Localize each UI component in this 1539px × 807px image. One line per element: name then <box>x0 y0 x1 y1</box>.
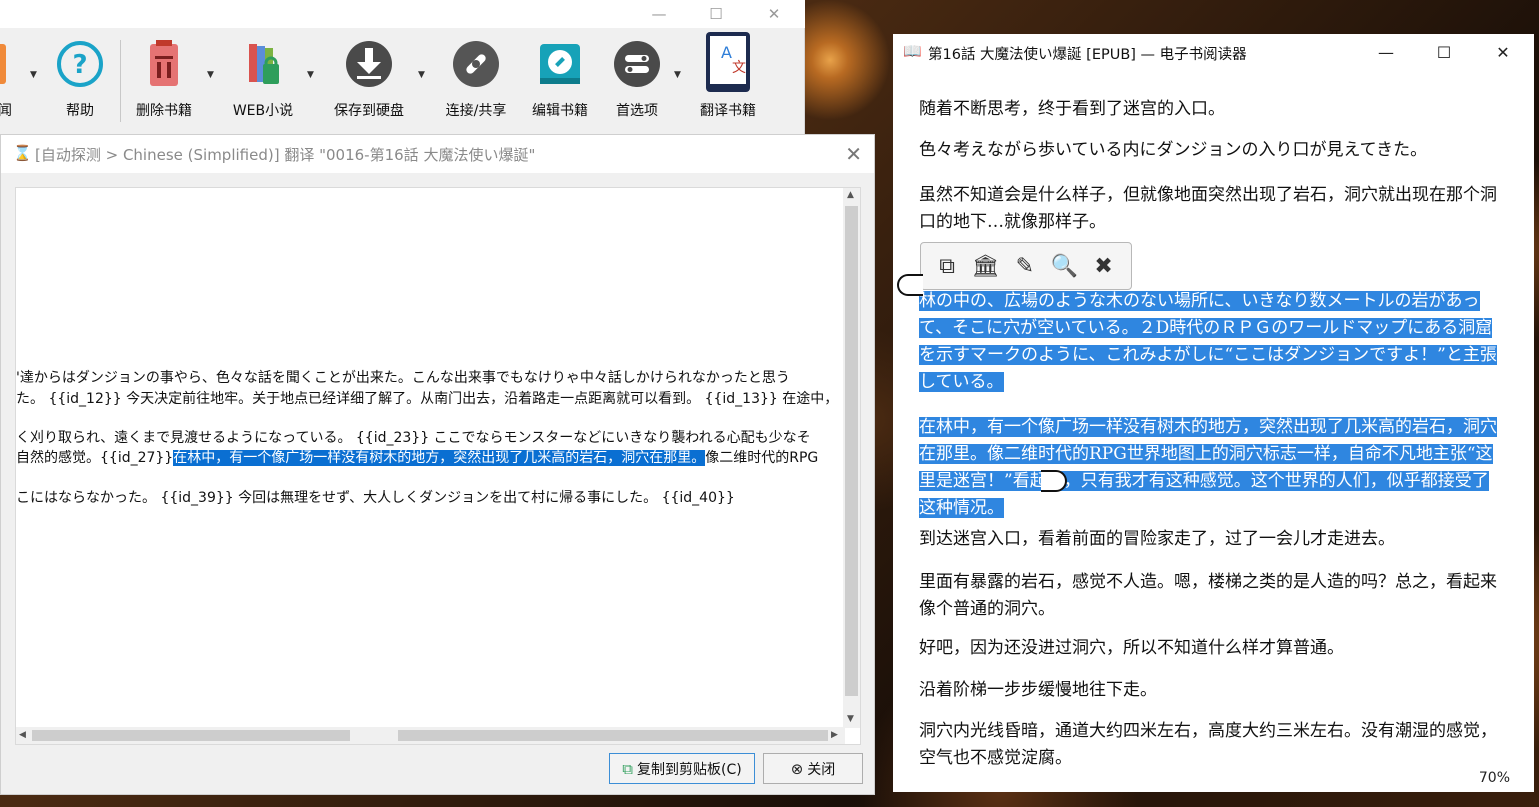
highlighted-paragraph: 在林中，有一个像广场一样没有树木的地方，突然出现了几米高的岩石，洞穴在那里。像二… <box>919 414 1503 522</box>
clipboard-icon: ⧉ <box>622 759 633 778</box>
translate-dialog: ⌛ [自动探测 > Chinese (Simplified)] 翻译 "0016… <box>0 134 875 795</box>
dialog-close-icon[interactable]: ✕ <box>845 142 862 166</box>
toolbar-connect-share[interactable]: 连接/共享 <box>438 28 514 134</box>
close-button[interactable]: ⊗ 关闭 <box>763 753 863 784</box>
text-segment: 像二维时代的RPG <box>705 450 819 466</box>
close-circle-icon: ⊗ <box>790 759 804 778</box>
lookup-icon[interactable]: 🏛 <box>971 254 999 279</box>
dialog-titlebar: ⌛ [自动探测 > Chinese (Simplified)] 翻译 "0016… <box>1 135 874 173</box>
selection-start-handle[interactable] <box>897 274 923 296</box>
toolbar-web-novel[interactable]: WEB小说 <box>226 28 300 134</box>
toolbar-translate-book[interactable]: A文 翻译书籍 <box>694 28 762 134</box>
viewer-titlebar: 📖 第16話 大魔法使い爆誕 [EPUB] — 电子书阅读器 — ☐ ✕ <box>893 34 1534 70</box>
toolbar-preferences-label: 首选项 <box>616 103 658 119</box>
highlight-icon[interactable]: ✎ <box>1016 254 1034 279</box>
news-icon <box>0 38 22 90</box>
news-dropdown-icon[interactable]: ▼ <box>30 70 42 80</box>
book-paragraph: 随着不断思考，终于看到了迷宫的入口。 <box>919 99 1225 119</box>
toolbar-edit-book[interactable]: 编辑书籍 <box>524 28 596 134</box>
selection-popup: ⧉ 🏛 ✎ 🔍 ✖ <box>920 242 1132 290</box>
ebook-viewer-window: 📖 第16話 大魔法使い爆誕 [EPUB] — 电子书阅读器 — ☐ ✕ 随着不… <box>893 34 1534 792</box>
viewer-maximize-button[interactable]: ☐ <box>1415 38 1473 66</box>
preferences-icon <box>611 38 663 90</box>
viewer-close-button[interactable]: ✕ <box>1474 38 1532 66</box>
text-line: '達からはダンジョンの事やら、色々な話を聞くことが出来た。こんな出来事でもなけり… <box>16 370 790 386</box>
preferences-dropdown-icon[interactable]: ▼ <box>674 70 686 80</box>
search-icon[interactable]: 🔍 <box>1051 254 1078 279</box>
highlighted-paragraph: 林の中の、広場のような木のない場所に、いきなり数メートルの岩があって、そこに穴が… <box>919 288 1503 396</box>
connect-share-icon <box>450 38 502 90</box>
copy-button-label: 复制到剪贴板(C) <box>637 761 742 778</box>
toolbar-preferences[interactable]: 首选项 <box>604 28 670 134</box>
scroll-right-icon[interactable]: ▶ <box>831 730 838 740</box>
selected-text: 林の中の、広場のような木のない場所に、いきなり数メートルの岩があって、そこに穴が… <box>919 291 1497 392</box>
close-button-label: 关闭 <box>807 761 836 778</box>
close-icon[interactable]: ✖ <box>1094 254 1112 279</box>
toolbar-delete-label: 删除书籍 <box>136 103 192 119</box>
translate-book-icon: A文 <box>702 32 754 92</box>
horizontal-scroll-track <box>398 730 828 741</box>
toolbar-web-novel-label: WEB小说 <box>232 103 294 119</box>
text-line: く刈り取られ、遠くまで見渡せるようになっている。 {{id_23}} ここでなら… <box>16 430 811 446</box>
book-paragraph: 沿着阶梯一步步缓慢地往下走。 <box>919 680 1157 700</box>
book-paragraph: 里面有暴露的岩石，感觉不人造。嗯，楼梯之类的是人造的吗？总之，看起来像个普通的洞… <box>919 572 1497 619</box>
toolbar: 新闻 ▼ ? 帮助 删除书籍 ▼ WEB小说 ▼ <box>0 28 805 134</box>
web-novel-icon <box>237 38 289 90</box>
viewer-title: 第16話 大魔法使い爆誕 [EPUB] — 电子书阅读器 <box>928 47 1247 63</box>
viewer-minimize-button[interactable]: — <box>1357 38 1415 66</box>
text-line: た。 {{id_12}} 今天决定前往地牢。关于地点已经详细了解了。从南门出去，… <box>16 391 839 407</box>
delete-icon <box>138 38 190 90</box>
svg-text:A: A <box>721 43 732 62</box>
maximize-button[interactable]: ☐ <box>687 0 745 28</box>
book-paragraph: 好吧，因为还没进过洞穴，所以不知道什么样才算普通。 <box>919 638 1344 658</box>
save-to-disk-icon <box>343 38 395 90</box>
horizontal-scroll-track <box>32 730 350 741</box>
text-line: 自然的感觉。{{id_27}}在林中，有一个像广场一样没有树木的地方，突然出现了… <box>16 448 818 468</box>
toolbar-news[interactable]: 新闻 <box>0 28 22 134</box>
zoom-level: 70% <box>1478 770 1510 786</box>
scroll-down-icon[interactable]: ▼ <box>847 714 854 724</box>
book-paragraph: 洞穴内光线昏暗，通道大约四米左右，高度大约三米左右。没有潮湿的感觉，空气也不感觉… <box>919 721 1497 768</box>
toolbar-save-label: 保存到硬盘 <box>334 103 404 119</box>
toolbar-edit-label: 编辑书籍 <box>532 103 588 119</box>
toolbar-help-label: 帮助 <box>66 103 94 119</box>
vertical-scrollbar[interactable]: ▲ ▼ <box>843 188 860 728</box>
toolbar-news-label: 新闻 <box>0 103 12 119</box>
selected-text: 在林中，有一个像广场一样没有树木的地方，突然出现了几米高的岩石，洞穴在那里。像二… <box>919 417 1497 518</box>
scroll-left-icon[interactable]: ◀ <box>19 730 26 740</box>
minimize-button[interactable]: — <box>630 0 688 28</box>
calibre-titlebar: — ☐ ✕ <box>0 0 805 28</box>
calibre-main-window: — ☐ ✕ 新闻 ▼ ? 帮助 删除书籍 ▼ <box>0 0 805 134</box>
save-dropdown-icon[interactable]: ▼ <box>418 70 430 80</box>
copy-icon[interactable]: ⧉ <box>939 254 955 279</box>
svg-text:文: 文 <box>732 60 746 76</box>
toolbar-delete-book[interactable]: 删除书籍 <box>128 28 200 134</box>
help-icon: ? <box>54 38 106 90</box>
toolbar-help[interactable]: ? 帮助 <box>52 28 108 134</box>
text-line: こにはならなかった。 {{id_39}} 今回は無理をせず、大人しくダンジョンを… <box>16 490 735 506</box>
text-segment: 自然的感觉。{{id_27}} <box>16 450 174 466</box>
delete-dropdown-icon[interactable]: ▼ <box>207 70 219 80</box>
selected-text: 在林中，有一个像广场一样没有树木的地方，突然出现了几米高的岩石，洞穴在那里。 <box>173 450 706 466</box>
book-icon: 📖 <box>903 43 922 60</box>
copy-to-clipboard-button[interactable]: ⧉ 复制到剪贴板(C) <box>609 753 755 784</box>
toolbar-save-to-disk[interactable]: 保存到硬盘 <box>326 28 412 134</box>
scroll-up-icon[interactable]: ▲ <box>847 190 854 200</box>
dialog-title: [自动探测 > Chinese (Simplified)] 翻译 "0016-第… <box>35 146 536 164</box>
horizontal-scrollbar[interactable]: ◀ ▶ <box>16 727 845 744</box>
toolbar-translate-label: 翻译书籍 <box>700 103 756 119</box>
translation-text-area[interactable]: '達からはダンジョンの事やら、色々な話を聞くことが出来た。こんな出来事でもなけり… <box>15 187 861 745</box>
book-paragraph: 虽然不知道会是什么样子，但就像地面突然出现了岩石，洞穴就出现在那个洞口的地下…就… <box>919 185 1497 232</box>
book-paragraph: 色々考えながら歩いている内にダンジョンの入り口が見えてきた。 <box>919 140 1428 160</box>
edit-book-icon <box>534 38 586 90</box>
selection-end-handle[interactable] <box>1041 470 1067 492</box>
web-novel-dropdown-icon[interactable]: ▼ <box>307 70 319 80</box>
toolbar-connect-label: 连接/共享 <box>445 103 507 119</box>
close-button[interactable]: ✕ <box>745 0 803 28</box>
hourglass-icon: ⌛ <box>13 144 32 162</box>
svg-text:?: ? <box>72 50 87 80</box>
vertical-scroll-thumb[interactable] <box>845 206 858 696</box>
toolbar-separator <box>120 40 121 122</box>
book-paragraph: 到达迷宫入口，看着前面的冒险家走了，过了一会儿才走进去。 <box>919 529 1395 549</box>
